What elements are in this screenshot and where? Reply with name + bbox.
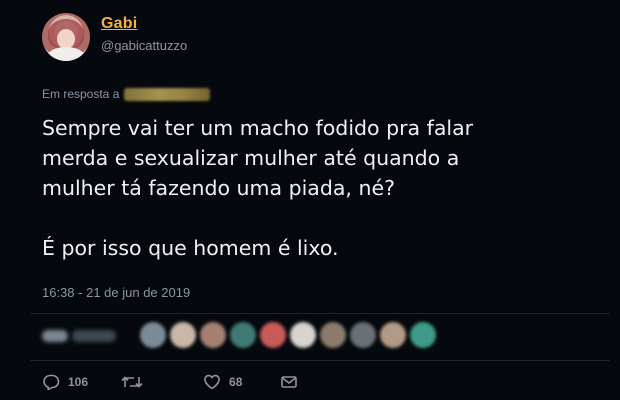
- retweet-icon: [121, 374, 143, 390]
- tweet-card: Gabi @gabicattuzzo Em resposta a Sempre …: [0, 0, 620, 400]
- like-button[interactable]: 68: [203, 374, 242, 390]
- divider: [30, 360, 610, 361]
- liker-avatar: [140, 322, 166, 348]
- liker-avatar: [170, 322, 196, 348]
- liker-avatars[interactable]: [140, 322, 440, 348]
- tweet-text-line: mulher tá fazendo uma piada, né?: [42, 176, 395, 200]
- avatar[interactable]: [42, 13, 90, 61]
- display-name[interactable]: Gabi: [101, 15, 137, 33]
- liker-avatar: [320, 322, 346, 348]
- liker-avatar: [350, 322, 376, 348]
- action-bar: 106 68: [42, 374, 298, 390]
- engagement-row: [30, 314, 610, 360]
- message-icon: [280, 374, 298, 390]
- tweet-text-line: merda e sexualizar mulher até quando a: [42, 146, 460, 170]
- liker-avatar: [410, 322, 436, 348]
- liker-avatar: [260, 322, 286, 348]
- reply-count: 106: [68, 375, 89, 389]
- avatar-shirt: [47, 47, 85, 61]
- tweet-text-line: Sempre vai ter um macho fodido pra falar: [42, 116, 474, 140]
- reply-icon: [42, 374, 60, 390]
- reply-context: Em resposta a: [42, 87, 211, 101]
- retweet-button[interactable]: [121, 374, 143, 390]
- blurred-label: [72, 330, 116, 342]
- timestamp[interactable]: 16:38 - 21 de jun de 2019: [42, 285, 190, 300]
- avatar-face: [57, 29, 75, 49]
- reply-mention-blurred[interactable]: [124, 87, 211, 101]
- liker-avatar: [230, 322, 256, 348]
- tweet-text: Sempre vai ter um macho fodido pra falar…: [42, 113, 602, 263]
- liker-avatar: [380, 322, 406, 348]
- user-handle[interactable]: @gabicattuzzo: [101, 38, 187, 53]
- heart-icon: [203, 374, 221, 390]
- direct-message-button[interactable]: [280, 374, 298, 390]
- tweet-text-paragraph: É por isso que homem é lixo.: [42, 236, 339, 260]
- liker-avatar: [290, 322, 316, 348]
- like-count: 68: [229, 375, 243, 389]
- liker-avatar: [200, 322, 226, 348]
- blurred-count: [42, 330, 68, 342]
- reply-button[interactable]: 106: [42, 374, 88, 390]
- reply-prefix: Em resposta a: [42, 87, 120, 101]
